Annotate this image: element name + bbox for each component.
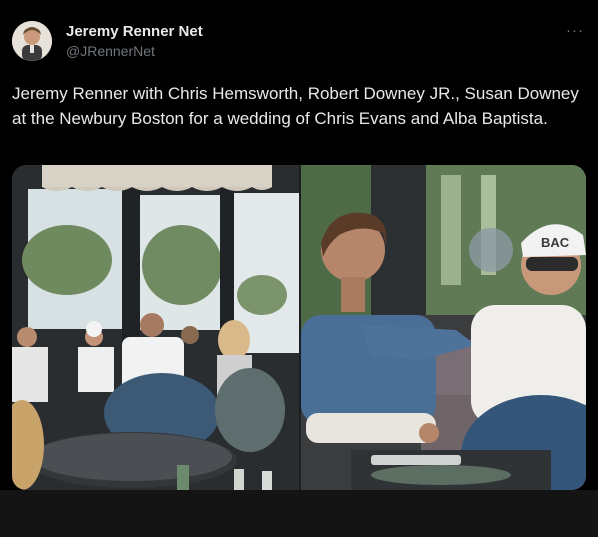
right-photo-illustration: BAC <box>301 165 586 490</box>
left-photo-illustration <box>12 165 299 490</box>
author-handle[interactable]: @JRennerNet <box>66 43 155 59</box>
avatar-image <box>12 21 52 61</box>
profile-avatar[interactable] <box>12 21 52 61</box>
media-grid: BAC <box>12 165 586 490</box>
right-photo[interactable]: BAC <box>301 165 586 490</box>
left-photo[interactable] <box>12 165 299 490</box>
cap-text: BAC <box>541 235 570 250</box>
bottom-bar <box>0 490 598 537</box>
tweet-card: Jeremy Renner Net @JRennerNet ··· Jeremy… <box>0 0 598 490</box>
tweet-text: Jeremy Renner with Chris Hemsworth, Robe… <box>12 84 579 128</box>
author-display-name[interactable]: Jeremy Renner Net <box>66 23 203 40</box>
more-options-icon[interactable]: ··· <box>566 22 584 39</box>
